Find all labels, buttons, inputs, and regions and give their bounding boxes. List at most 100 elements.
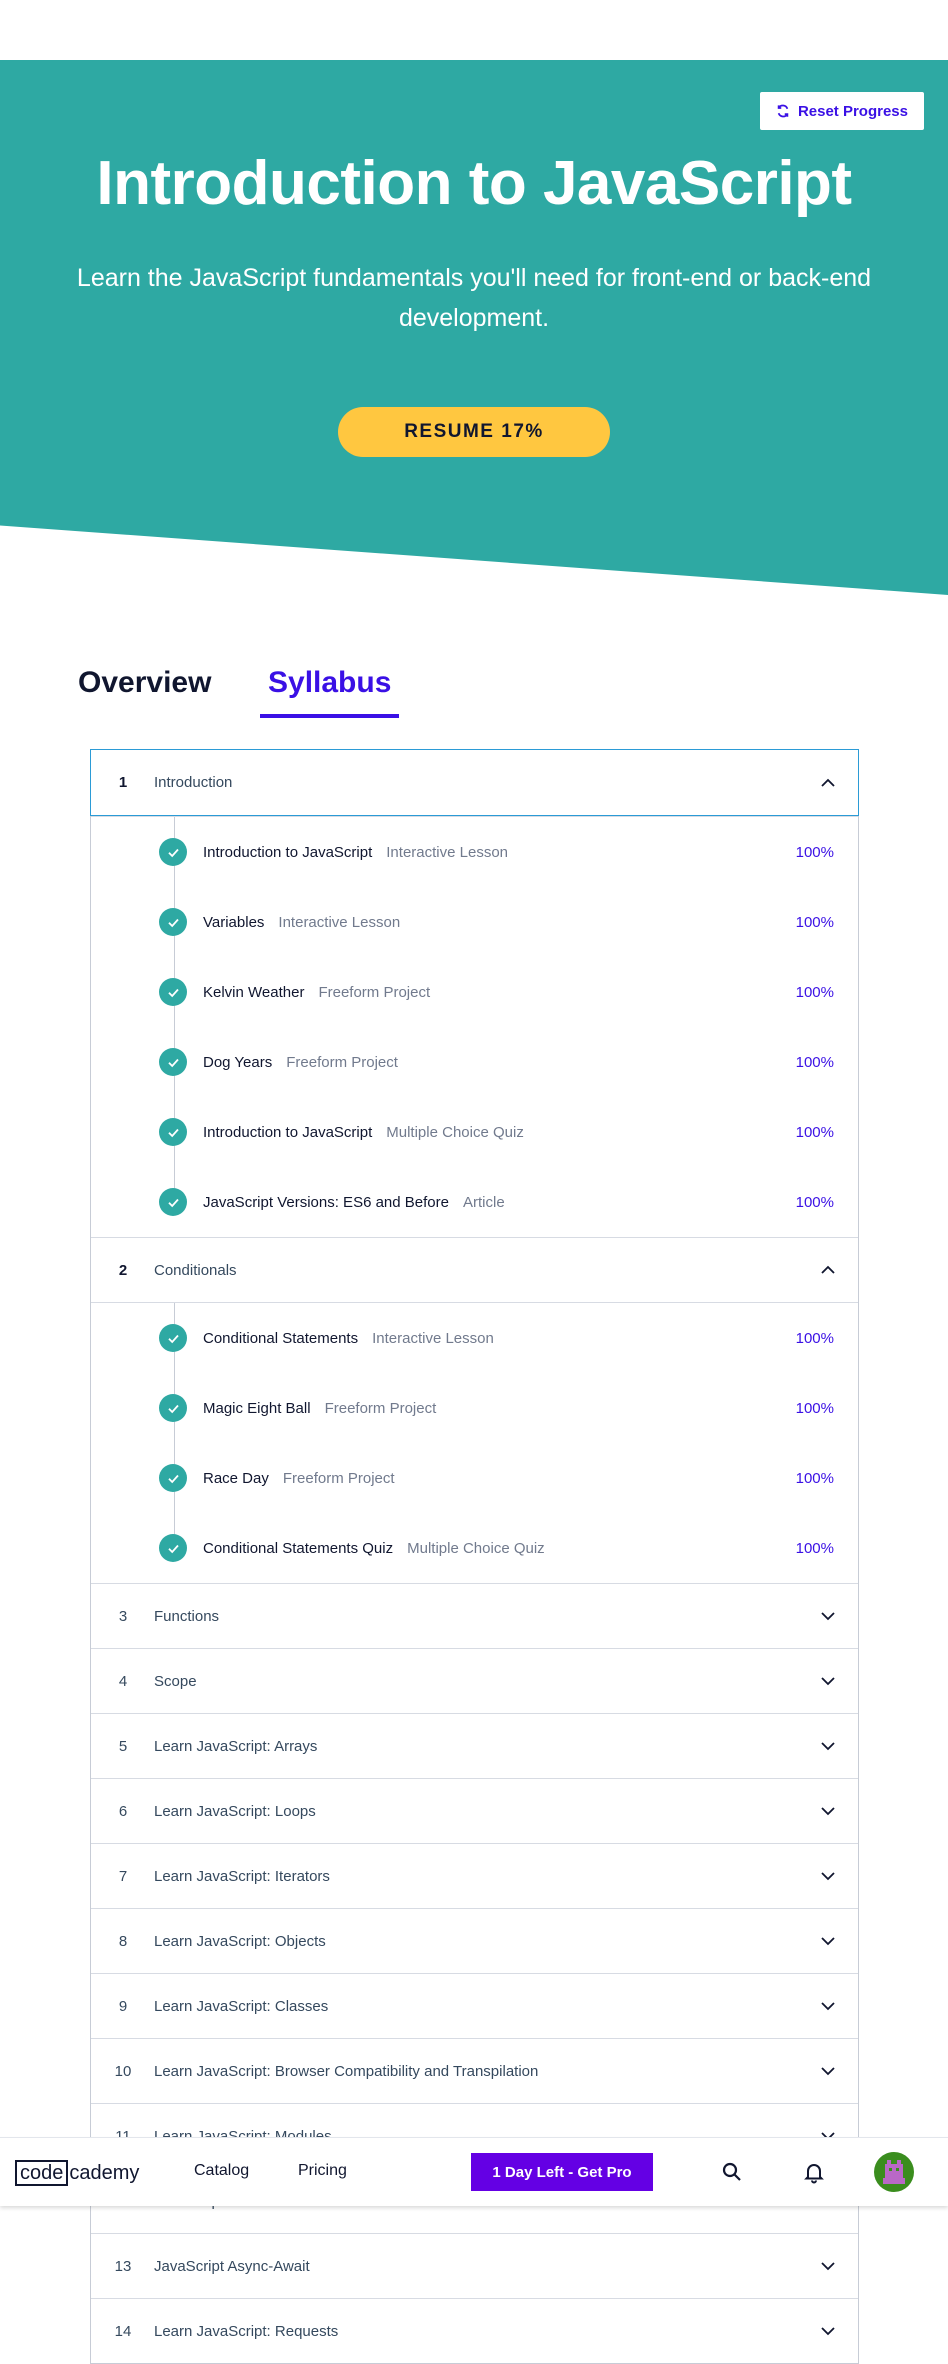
lesson-title-group[interactable]: Kelvin Weather Freeform Project (203, 984, 430, 1001)
bell-icon[interactable] (802, 2160, 826, 2184)
lesson-title-group[interactable]: Dog Years Freeform Project (203, 1054, 398, 1071)
lesson-row[interactable]: Race Day Freeform Project 100% (91, 1443, 858, 1513)
check-icon (159, 1464, 187, 1492)
lesson-title: Introduction to JavaScript (203, 1123, 373, 1141)
search-icon[interactable] (720, 2160, 744, 2184)
lesson-title: Kelvin Weather (203, 983, 305, 1001)
module-header[interactable]: 10 Learn JavaScript: Browser Compatibilit… (91, 2038, 858, 2103)
get-pro-button[interactable]: 1 Day Left - Get Pro (471, 2153, 653, 2191)
course-tabs: Overview Syllabus (0, 650, 948, 720)
logo-cademy: cademy (69, 2161, 140, 2184)
chevron-down-icon (821, 1872, 835, 1881)
check-icon (159, 1118, 187, 1146)
module-header[interactable]: 13 JavaScript Async-Await (91, 2233, 858, 2298)
module-header[interactable]: 6 Learn JavaScript: Loops (91, 1778, 858, 1843)
check-icon (159, 1324, 187, 1352)
lesson-title-group[interactable]: Race Day Freeform Project (203, 1470, 395, 1487)
module-title: Learn JavaScript: Objects (154, 1932, 326, 1950)
lesson-type: Freeform Project (282, 1469, 395, 1487)
module-header[interactable]: 1 Introduction (90, 749, 859, 816)
module-header[interactable]: 5 Learn JavaScript: Arrays (91, 1713, 858, 1778)
syllabus-list: 1 Introduction Introduction to JavaScript I… (90, 749, 859, 2364)
chevron-down-icon (821, 1612, 835, 1621)
chevron-down-icon (821, 2262, 835, 2271)
module-number: 9 (118, 1997, 128, 2015)
lesson-title-group[interactable]: JavaScript Versions: ES6 and Before Artic… (203, 1194, 505, 1211)
module-header[interactable]: 9 Learn JavaScript: Classes (91, 1973, 858, 2038)
lesson-row[interactable]: JavaScript Versions: ES6 and Before Artic… (91, 1167, 858, 1237)
site-navbar: code cademy Catalog Pricing 1 Day Left -… (0, 2138, 948, 2206)
lesson-type: Freeform Project (286, 1053, 398, 1071)
user-avatar[interactable] (874, 2152, 914, 2192)
lesson-title: Introduction to JavaScript (203, 843, 373, 861)
lesson-title-group[interactable]: Magic Eight Ball Freeform Project (203, 1400, 436, 1417)
lesson-title: JavaScript Versions: ES6 and Before (203, 1193, 449, 1211)
lesson-type: Freeform Project (324, 1399, 437, 1417)
course-hero: Reset Progress Introduction to JavaScrip… (0, 60, 948, 595)
lesson-progress: 100% (795, 1193, 834, 1211)
chevron-down-icon (821, 2327, 835, 2336)
lesson-row[interactable]: Kelvin Weather Freeform Project 100% (91, 957, 858, 1027)
tab-syllabus[interactable]: Syllabus (260, 666, 400, 718)
tab-overview[interactable]: Overview (78, 666, 211, 714)
lesson-progress: 100% (795, 1053, 834, 1071)
lesson-row[interactable]: Introduction to JavaScript Interactive Le… (91, 817, 858, 887)
lesson-row[interactable]: Conditional Statements Quiz Multiple Choi… (91, 1513, 858, 1583)
lesson-type: Freeform Project (318, 983, 431, 1001)
module-title: Learn JavaScript: Classes (154, 1997, 329, 2015)
module-number: 7 (118, 1867, 128, 1885)
module-header[interactable]: 2 Conditionals (91, 1237, 858, 1302)
lesson-title-group[interactable]: Introduction to JavaScript Multiple Choic… (203, 1124, 524, 1141)
lesson-title: Conditional Statements (203, 1329, 359, 1347)
reset-progress-label: Reset Progress (797, 102, 908, 120)
lesson-row[interactable]: Dog Years Freeform Project 100% (91, 1027, 858, 1097)
lesson-title: Dog Years (203, 1053, 273, 1071)
module-title: Introduction (154, 774, 233, 791)
course-title: Introduction to JavaScript (96, 149, 852, 218)
lesson-progress: 100% (795, 1399, 834, 1417)
module-title: Learn JavaScript: Loops (154, 1802, 316, 1820)
codecademy-logo[interactable]: code cademy (15, 2160, 139, 2186)
lesson-row[interactable]: Variables Interactive Lesson 100% (91, 887, 858, 957)
lesson-title-group[interactable]: Conditional Statements Interactive Lesson (203, 1330, 494, 1347)
module-header[interactable]: 8 Learn JavaScript: Objects (91, 1908, 858, 1973)
module-title: Learn JavaScript: Iterators (154, 1867, 330, 1885)
lesson-row[interactable]: Conditional Statements Interactive Lesson… (91, 1303, 858, 1373)
module-title: Learn JavaScript: Arrays (154, 1737, 318, 1755)
module-number: 13 (114, 2257, 132, 2275)
lesson-row[interactable]: Introduction to JavaScript Multiple Choic… (91, 1097, 858, 1167)
module-header[interactable]: 3 Functions (91, 1583, 858, 1648)
lesson-progress: 100% (795, 913, 834, 931)
module-header[interactable]: 7 Learn JavaScript: Iterators (91, 1843, 858, 1908)
lesson-type: Interactive Lesson (386, 843, 509, 861)
module-items: Introduction to JavaScript Interactive Le… (91, 816, 858, 1237)
lesson-title-group[interactable]: Conditional Statements Quiz Multiple Choi… (203, 1540, 545, 1557)
module-title: Learn JavaScript: Browser Compatibility … (154, 2062, 539, 2080)
refresh-icon (777, 104, 789, 118)
chevron-up-icon (821, 1265, 835, 1274)
module-header[interactable]: 14 Learn JavaScript: Requests (91, 2298, 858, 2363)
module-items: Conditional Statements Interactive Lesson… (91, 1302, 858, 1583)
check-icon (159, 838, 187, 866)
module-number: 4 (118, 1672, 128, 1690)
module-title: Functions (154, 1607, 220, 1625)
lesson-title-group[interactable]: Variables Interactive Lesson (203, 914, 400, 931)
lesson-title-group[interactable]: Introduction to JavaScript Interactive Le… (203, 844, 508, 861)
check-icon (159, 1394, 187, 1422)
module-number: 6 (118, 1802, 128, 1820)
nav-pricing-link[interactable]: Pricing (298, 2162, 347, 2180)
resume-button[interactable]: RESUME 17% (338, 407, 610, 457)
module-header[interactable]: 4 Scope (91, 1648, 858, 1713)
module-number: 14 (114, 2322, 132, 2340)
module-number: 2 (118, 1261, 128, 1279)
reset-progress-button[interactable]: Reset Progress (759, 92, 924, 130)
lesson-progress: 100% (795, 1469, 834, 1487)
lesson-title: Variables (203, 913, 265, 931)
check-icon (159, 908, 187, 936)
module-title: Conditionals (154, 1261, 237, 1279)
chevron-down-icon (821, 1742, 835, 1751)
nav-catalog-link[interactable]: Catalog (194, 2162, 249, 2180)
lesson-type: Interactive Lesson (372, 1329, 494, 1347)
lesson-row[interactable]: Magic Eight Ball Freeform Project 100% (91, 1373, 858, 1443)
module-number: 1 (118, 774, 128, 791)
